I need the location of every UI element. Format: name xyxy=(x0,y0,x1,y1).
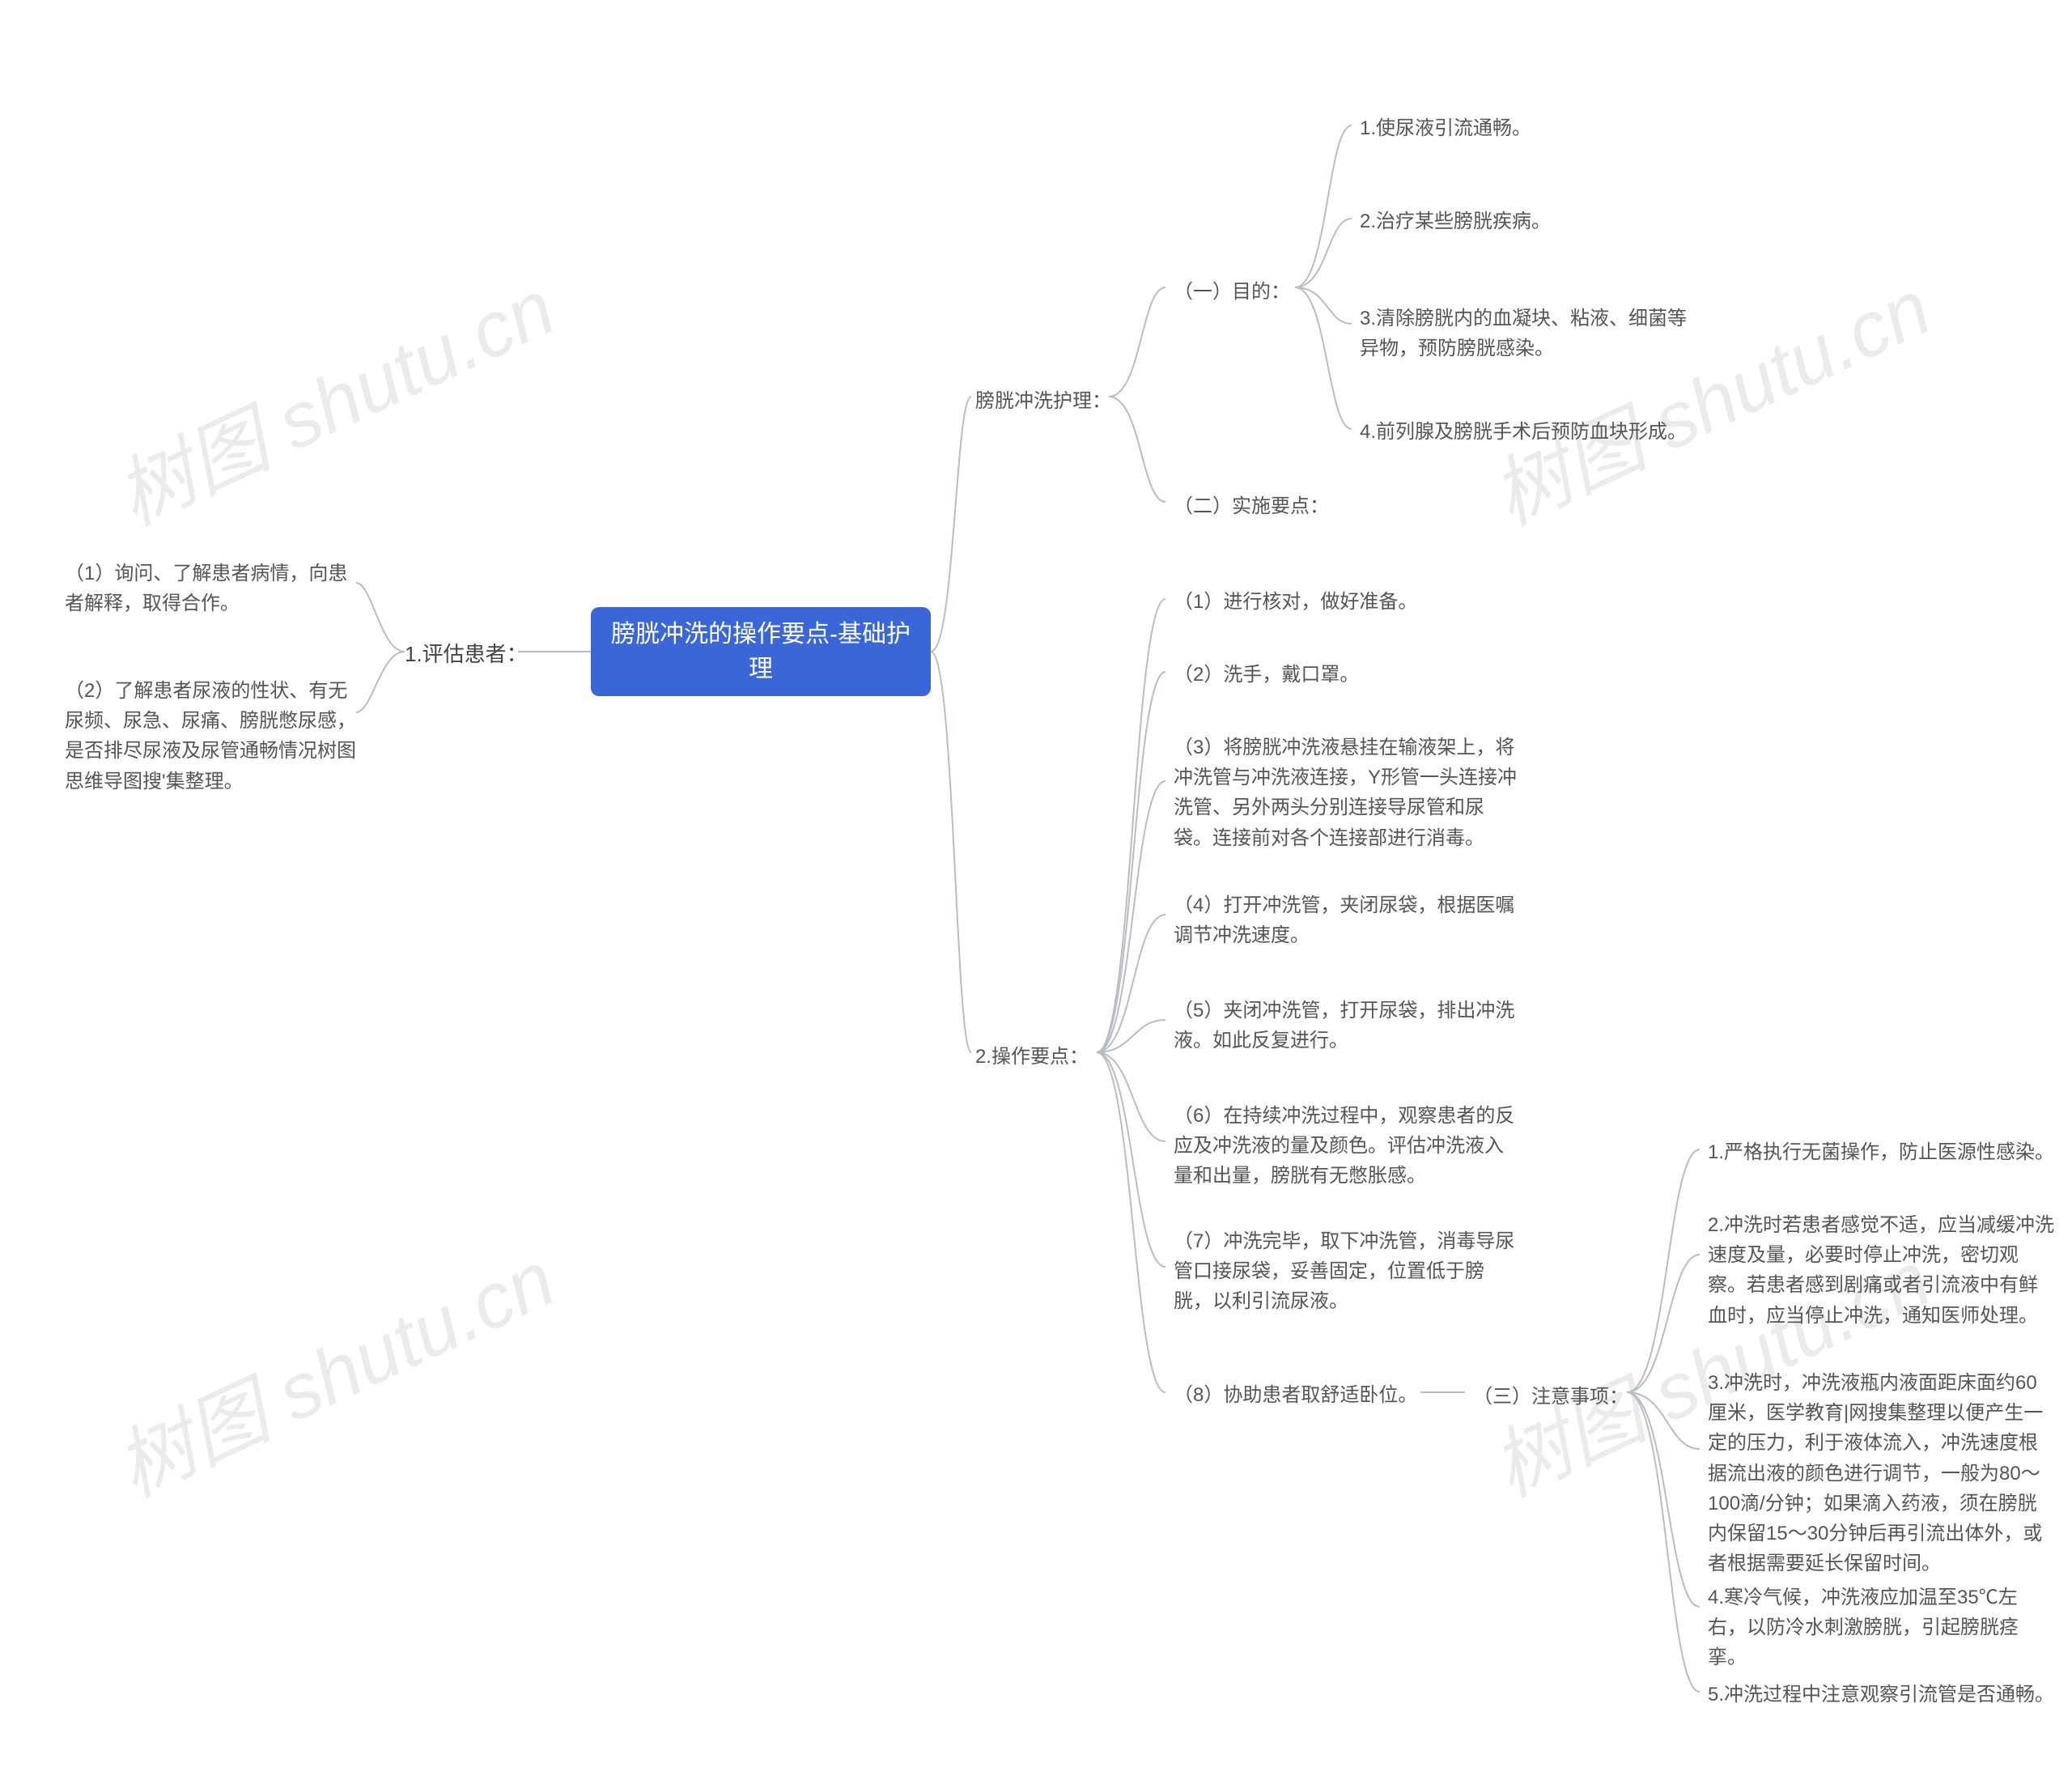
assess-item-1: （1）询问、了解患者病情，向患者解释，取得合作。 xyxy=(65,559,364,618)
root-node[interactable]: 膀胱冲洗的操作要点-基础护理 xyxy=(591,607,931,696)
grp2-label[interactable]: 2.操作要点： xyxy=(975,1040,1089,1068)
purpose-4: 4.前列腺及膀胱手术后预防血块形成。 xyxy=(1360,417,1687,447)
purpose-1: 1.使尿液引流通畅。 xyxy=(1360,113,1531,143)
purpose-label[interactable]: （一）目的： xyxy=(1174,275,1290,304)
watermark: 树图 shutu.cn xyxy=(96,1217,570,1519)
section-assess[interactable]: 1.评估患者： xyxy=(405,638,528,668)
note-4: 4.寒冷气候，冲洗液应加温至35℃左右，以防冷水刺激膀胱，引起膀胱痉挛。 xyxy=(1708,1582,2056,1673)
purpose-3: 3.清除膀胱内的血凝块、粘液、细菌等异物，预防膀胱感染。 xyxy=(1360,304,1700,363)
step-8: （8）协助患者取舒适卧位。 xyxy=(1174,1380,1417,1410)
note-5: 5.冲洗过程中注意观察引流管是否通畅。 xyxy=(1708,1680,2054,1710)
watermark: 树图 shutu.cn xyxy=(1471,246,1946,547)
watermark: 树图 shutu.cn xyxy=(96,246,570,547)
step-1: （1）进行核对，做好准备。 xyxy=(1174,587,1417,617)
assess-item-2: （2）了解患者尿液的性状、有无尿频、尿急、尿痛、膀胱憋尿感，是否排尽尿液及尿管通… xyxy=(65,676,364,797)
step-3: （3）将膀胱冲洗液悬挂在输液架上，将冲洗管与冲洗液连接，Y形管一头连接冲洗管、另… xyxy=(1174,733,1522,853)
mindmap-canvas: 树图 shutu.cn 树图 shutu.cn 树图 shutu.cn 树图 s… xyxy=(0,0,2072,1780)
step-5: （5）夹闭冲洗管，打开尿袋，排出冲洗液。如此反复进行。 xyxy=(1174,996,1522,1056)
note-2: 2.冲洗时若患者感觉不适，应当减缓冲洗速度及量，必要时停止冲洗，密切观察。若患者… xyxy=(1708,1210,2056,1331)
note-3: 3.冲洗时，冲洗液瓶内液面距床面约60厘米，医学教育|网搜集整理以便产生一定的压… xyxy=(1708,1368,2056,1578)
impl-label[interactable]: （二）实施要点： xyxy=(1174,490,1329,518)
grp1-label[interactable]: 膀胱冲洗护理： xyxy=(975,384,1111,413)
step-7: （7）冲洗完毕，取下冲洗管，消毒导尿管口接尿袋，妥善固定，位置低于膀胱，以利引流… xyxy=(1174,1226,1522,1317)
step-6: （6）在持续冲洗过程中，观察患者的反应及冲洗液的量及颜色。评估冲洗液入量和出量，… xyxy=(1174,1101,1522,1192)
root-title: 膀胱冲洗的操作要点-基础护理 xyxy=(607,617,915,687)
step-4: （4）打开冲洗管，夹闭尿袋，根据医嘱调节冲洗速度。 xyxy=(1174,890,1522,950)
step-2: （2）洗手，戴口罩。 xyxy=(1174,660,1359,690)
note-1: 1.严格执行无菌操作，防止医源性感染。 xyxy=(1708,1137,2054,1167)
purpose-2: 2.治疗某些膀胱疾病。 xyxy=(1360,206,1551,236)
notes-label[interactable]: （三）注意事项： xyxy=(1473,1380,1628,1408)
